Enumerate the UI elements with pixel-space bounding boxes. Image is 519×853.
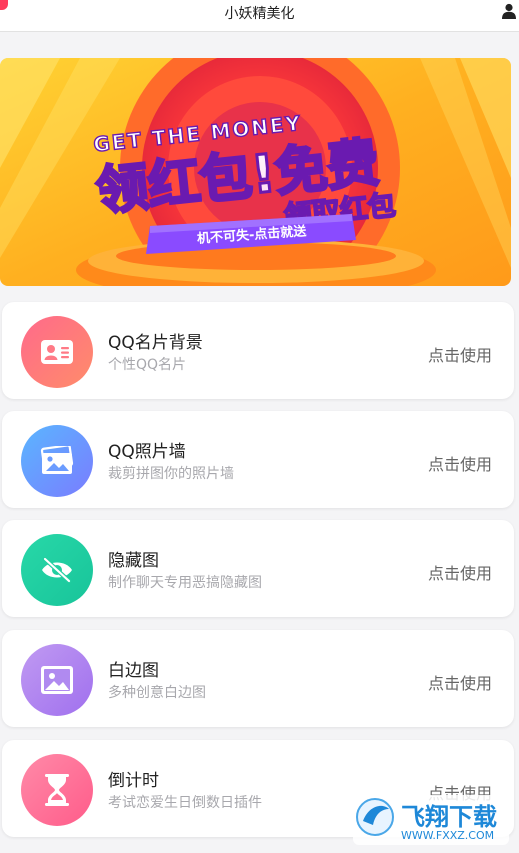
use-button[interactable]: 点击使用 bbox=[428, 451, 492, 475]
feature-card-hidden-image[interactable]: 隐藏图 制作聊天专用恶搞隐藏图 点击使用 bbox=[2, 520, 514, 617]
card-title: 白边图 bbox=[108, 661, 159, 681]
card-title: 隐藏图 bbox=[108, 551, 159, 571]
card-subtitle: 考试恋爱生日倒数日插件 bbox=[108, 795, 262, 811]
image-icon bbox=[21, 644, 93, 716]
banner-art: GET THE MONEY 领红包!免费 领取红包 机不可失-点击就送 bbox=[0, 58, 511, 286]
hourglass-icon bbox=[21, 754, 93, 826]
card-subtitle: 制作聊天专用恶搞隐藏图 bbox=[108, 575, 262, 591]
id-card-icon bbox=[21, 316, 93, 388]
card-title: 倒计时 bbox=[108, 771, 159, 791]
photo-stack-icon bbox=[21, 425, 93, 497]
feature-card-qq-card-bg[interactable]: QQ名片背景 个性QQ名片 点击使用 bbox=[2, 302, 514, 399]
card-title: QQ照片墙 bbox=[108, 442, 186, 462]
card-subtitle: 个性QQ名片 bbox=[108, 357, 187, 373]
use-button[interactable]: 点击使用 bbox=[428, 670, 492, 694]
top-bar: 小妖精美化 bbox=[0, 0, 519, 32]
watermark-logo: 飞翔下载 WWW.FXXZ.COM bbox=[353, 795, 509, 845]
eye-off-icon bbox=[21, 534, 93, 606]
use-button[interactable]: 点击使用 bbox=[428, 342, 492, 366]
card-subtitle: 裁剪拼图你的照片墙 bbox=[108, 466, 234, 482]
card-subtitle: 多种创意白边图 bbox=[108, 685, 206, 701]
feature-card-white-border[interactable]: 白边图 多种创意白边图 点击使用 bbox=[2, 630, 514, 727]
watermark-sub-text: WWW.FXXZ.COM bbox=[401, 829, 494, 842]
page-title: 小妖精美化 bbox=[224, 6, 295, 22]
use-button[interactable]: 点击使用 bbox=[428, 560, 492, 584]
user-icon[interactable] bbox=[502, 3, 516, 19]
feature-card-qq-photo-wall[interactable]: QQ照片墙 裁剪拼图你的照片墙 点击使用 bbox=[2, 411, 514, 508]
card-title: QQ名片背景 bbox=[108, 333, 203, 353]
watermark-main-text: 飞翔下载 bbox=[401, 803, 497, 831]
promo-banner[interactable]: GET THE MONEY 领红包!免费 领取红包 机不可失-点击就送 bbox=[0, 58, 511, 286]
